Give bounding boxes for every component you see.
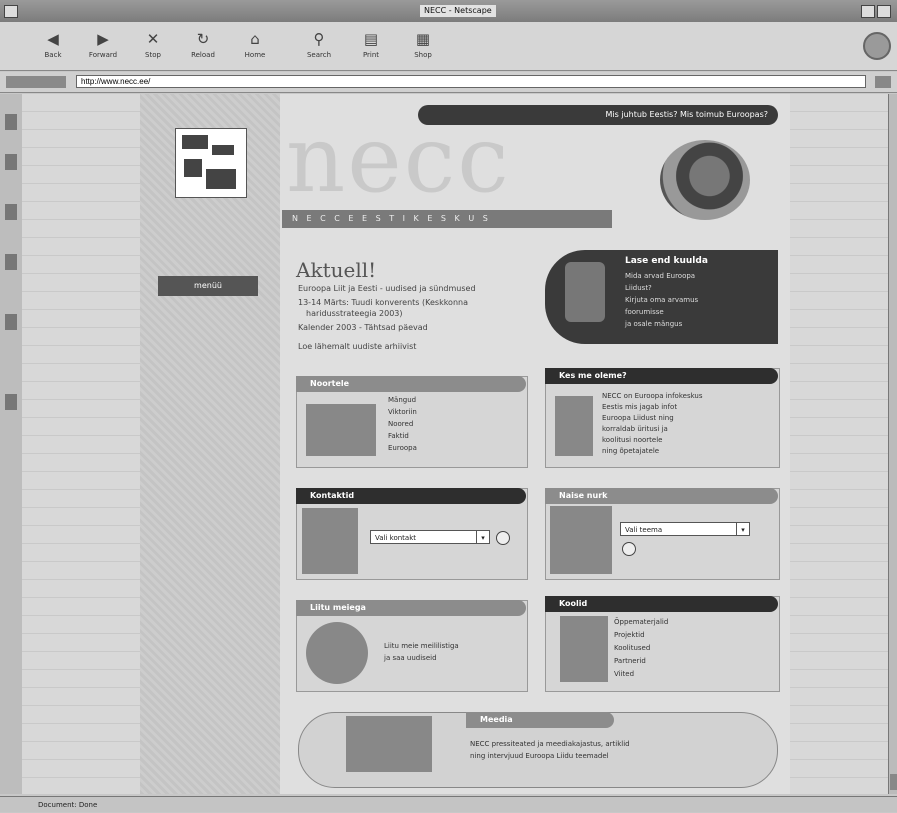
panel-kontaktid-title[interactable]: Kontaktid [296, 488, 526, 504]
home-button[interactable]: ⌂ Home [232, 28, 278, 66]
news-link[interactable]: Loe lähemalt uudiste arhiivist [298, 342, 416, 351]
about-text: Euroopa Liidust ning [602, 414, 674, 422]
news-link[interactable]: Kalender 2003 - Tähtsad päevad [298, 323, 428, 332]
panel-liitu-title[interactable]: Liitu meiega [296, 600, 526, 616]
topic-select[interactable]: Vali teema ▾ [620, 522, 750, 536]
contact-go-button[interactable] [496, 531, 510, 545]
menu-button[interactable]: menüü [158, 276, 258, 296]
site-subtitle: N E C C E E S T I K E S K U S [282, 210, 612, 228]
chevron-down-icon: ▾ [736, 523, 749, 535]
shop-icon: ▦ [415, 30, 431, 48]
location-bar [0, 72, 897, 93]
sidebar-tab-icon[interactable] [5, 114, 17, 130]
aktuell-heading: Aktuell! [296, 258, 377, 282]
news-link[interactable]: 13-14 Märts: Tuudi konverents (Keskkonna [298, 298, 468, 307]
search-button[interactable]: ⚲ Search [296, 28, 342, 66]
home-icon: ⌂ [250, 30, 260, 48]
vertical-scrollbar[interactable] [888, 94, 897, 794]
scrollbar-thumb[interactable] [890, 774, 897, 790]
window-menu-button[interactable] [4, 5, 18, 18]
media-text[interactable]: NECC pressiteated ja meediakajastus, art… [470, 740, 630, 748]
window-title: NECC - Netscape [420, 5, 496, 17]
sidebar-tab-icon[interactable] [5, 254, 17, 270]
media-text[interactable]: ning intervjuud Euroopa Liidu teemadel [470, 752, 609, 760]
feedback-line: Kirjuta oma arvamus [625, 296, 699, 304]
panel-noortele-title[interactable]: Noortele [296, 376, 526, 392]
feedback-title: Lase end kuulda [625, 256, 708, 266]
sidebar-strip [0, 94, 23, 794]
contact-photo [302, 508, 358, 574]
woman-photo [550, 506, 612, 574]
reload-button[interactable]: ↻ Reload [180, 28, 226, 66]
koolid-link[interactable]: Koolitused [614, 644, 650, 652]
media-collage [346, 716, 432, 772]
shop-button[interactable]: ▦ Shop [400, 28, 446, 66]
noortele-link[interactable]: Euroopa [388, 444, 417, 452]
sidebar-tab-icon[interactable] [5, 204, 17, 220]
search-icon: ⚲ [313, 30, 325, 48]
about-text: ning õpetajatele [602, 447, 660, 455]
necc-wordmark: necc [286, 106, 511, 213]
topic-go-button[interactable] [622, 542, 636, 556]
school-illustration [560, 616, 608, 682]
stop-icon: ✕ [146, 30, 160, 48]
sidebar-tab-icon[interactable] [5, 154, 17, 170]
about-text: koolitusi noortele [602, 436, 663, 444]
window-close-button[interactable] [877, 5, 891, 18]
feedback-line: Liidust? [625, 284, 652, 292]
back-arrow-icon: ◀ [47, 30, 59, 48]
news-link[interactable]: haridusstrateegia 2003) [306, 309, 403, 318]
header-link[interactable]: Mis juhtub Eestis? Mis toimub Euroopas? [418, 105, 778, 125]
forward-arrow-icon: ▶ [97, 30, 109, 48]
reload-icon: ↻ [196, 30, 210, 48]
back-button[interactable]: ◀ Back [30, 28, 76, 66]
feedback-box[interactable]: Lase end kuulda Mida arvad Euroopa Liidu… [545, 250, 778, 344]
globe-icon [660, 140, 750, 220]
koolid-link[interactable]: Õppematerjalid [614, 618, 668, 626]
panel-meedia-title[interactable]: Meedia [466, 712, 614, 728]
browser-logo-icon [863, 32, 891, 60]
bookmarks-button[interactable] [6, 76, 66, 88]
feedback-line: foorumisse [625, 308, 664, 316]
about-text: korraldab üritusi ja [602, 425, 668, 433]
stars-circle-icon [306, 622, 368, 684]
url-input[interactable] [76, 75, 866, 88]
panel-koolid-title[interactable]: Koolid [545, 596, 778, 612]
person-icon [565, 262, 605, 322]
noortele-link[interactable]: Faktid [388, 432, 409, 440]
forward-button[interactable]: ▶ Forward [80, 28, 126, 66]
window-titlebar: NECC - Netscape [0, 0, 897, 23]
join-text[interactable]: ja saa uudiseid [384, 654, 437, 662]
koolid-link[interactable]: Projektid [614, 631, 645, 639]
chevron-down-icon: ▾ [476, 531, 489, 543]
necc-logo[interactable] [175, 128, 247, 198]
koolid-link[interactable]: Partnerid [614, 657, 646, 665]
panel-kes-me-oleme-title[interactable]: Kes me oleme? [545, 368, 778, 384]
panel-naise-nurk-title[interactable]: Naise nurk [545, 488, 778, 504]
person-figure [555, 396, 593, 456]
sidebar-tab-icon[interactable] [5, 394, 17, 410]
go-button[interactable] [875, 76, 891, 88]
status-bar: Document: Done [0, 796, 897, 812]
join-text[interactable]: Liitu meie meililistiga [384, 642, 459, 650]
left-column [140, 94, 280, 794]
contact-select[interactable]: Vali kontakt ▾ [370, 530, 490, 544]
noortele-link[interactable]: Mängud [388, 396, 416, 404]
window-maximize-button[interactable] [861, 5, 875, 18]
feedback-line: ja osale mängus [625, 320, 683, 328]
stop-button[interactable]: ✕ Stop [130, 28, 176, 66]
print-icon: ▤ [363, 30, 379, 48]
sidebar-tab-icon[interactable] [5, 314, 17, 330]
navigation-toolbar: ◀ Back ▶ Forward ✕ Stop ↻ Reload ⌂ Home ⚲ Sear… [0, 22, 897, 71]
youth-illustration [306, 404, 376, 456]
feedback-line: Mida arvad Euroopa [625, 272, 696, 280]
noortele-link[interactable]: Viktoriin [388, 408, 417, 416]
about-text: NECC on Euroopa infokeskus [602, 392, 703, 400]
print-button[interactable]: ▤ Print [348, 28, 394, 66]
noortele-link[interactable]: Noored [388, 420, 413, 428]
news-link[interactable]: Euroopa Liit ja Eesti - uudised ja sündm… [298, 284, 476, 293]
about-text: Eestis mis jagab infot [602, 403, 678, 411]
koolid-link[interactable]: Viited [614, 670, 634, 678]
